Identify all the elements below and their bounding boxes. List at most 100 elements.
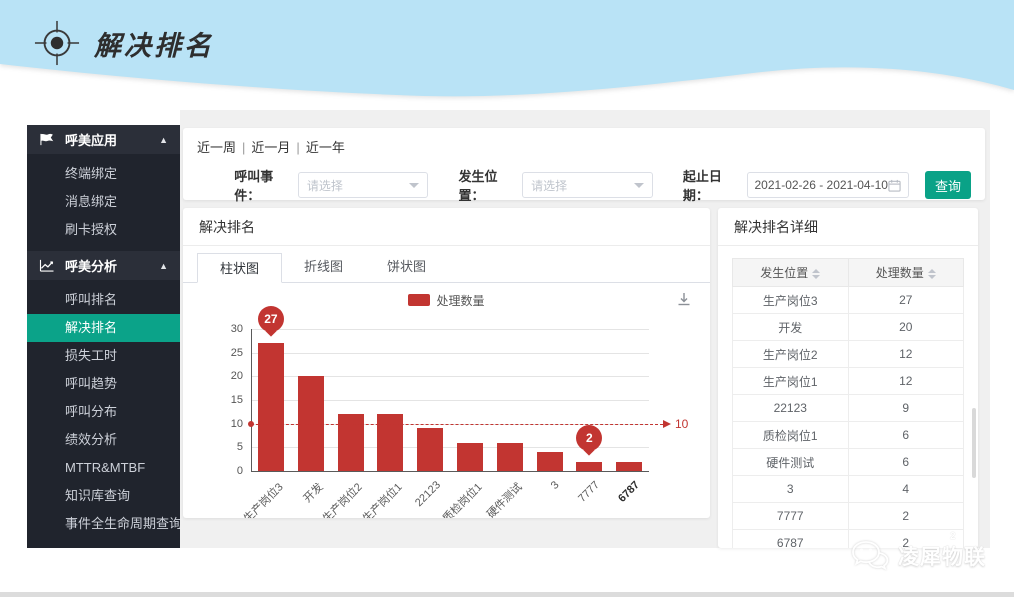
chart-type-tabs: 柱状图折线图饼状图	[183, 252, 710, 283]
legend-label[interactable]: 处理数量	[436, 292, 484, 309]
table-row: 77772	[733, 503, 964, 530]
main-content: 近一周|近一月|近一年 呼叫事件： 请选择 发生位置： 请选择 起止日期： 20…	[180, 110, 990, 548]
y-axis-tick-label: 10	[213, 418, 243, 430]
markline-start-dot	[248, 421, 254, 427]
detail-panel-title: 解决排名详细	[718, 208, 978, 246]
table-cell: 6787	[733, 530, 849, 549]
location-select[interactable]: 请选择	[522, 172, 653, 198]
sidebar-group-items: 呼叫排名解决排名损失工时呼叫趋势呼叫分布绩效分析MTTR&MTBF知识库查询事件…	[27, 280, 180, 544]
y-axis-tick-label: 30	[213, 323, 243, 335]
call-event-label: 呼叫事件：	[234, 166, 292, 204]
scrollbar[interactable]	[972, 408, 976, 478]
chevron-down-icon	[634, 183, 644, 188]
table-cell: 22123	[733, 395, 849, 422]
x-axis-line	[251, 471, 649, 472]
y-axis-tick-label: 5	[213, 441, 243, 453]
sidebar-item[interactable]: 呼叫排名	[27, 286, 180, 314]
date-range-input[interactable]: 2021-02-26 - 2021-04-10	[747, 172, 909, 198]
table-row: 生产岗位212	[733, 341, 964, 368]
table-cell: 12	[848, 341, 964, 368]
table-cell: 3	[733, 476, 849, 503]
tab-柱状图[interactable]: 柱状图	[197, 253, 282, 283]
y-axis-tick-label: 25	[213, 347, 243, 359]
bar[interactable]	[457, 443, 483, 471]
table-cell: 4	[848, 476, 964, 503]
sidebar-item[interactable]: 知识库查询	[27, 482, 180, 510]
watermark: 2 凌犀物联	[850, 539, 986, 573]
table-row: 34	[733, 476, 964, 503]
detail-table: 发生位置处理数量生产岗位327开发20生产岗位212生产岗位112221239质…	[732, 258, 964, 548]
column-header-label: 发生位置	[760, 266, 808, 280]
location-label: 发生位置：	[459, 166, 517, 204]
table-cell: 27	[848, 287, 964, 314]
tab-饼状图[interactable]: 饼状图	[365, 252, 448, 282]
table-row: 硬件测试6	[733, 449, 964, 476]
sidebar-item[interactable]: MTTR&MTBF	[27, 454, 180, 482]
sidebar-item[interactable]: 呼叫趋势	[27, 370, 180, 398]
quick-range-link[interactable]: 近一年	[306, 140, 345, 155]
table-cell: 开发	[733, 314, 849, 341]
bar[interactable]	[576, 462, 602, 471]
column-header-处理数量[interactable]: 处理数量	[848, 259, 964, 287]
markline-label: 10	[675, 417, 688, 431]
data-point-marker: 27	[258, 306, 284, 335]
column-header-发生位置[interactable]: 发生位置	[733, 259, 849, 287]
gridline	[251, 353, 649, 354]
sidebar-group-header[interactable]: 呼美应用▲	[27, 125, 180, 154]
sidebar-item[interactable]: 终端绑定	[27, 160, 180, 188]
table-cell: 2	[848, 503, 964, 530]
detail-panel: 解决排名详细 发生位置 处理数量生产岗位327开发20生产岗位212生产岗位112…	[718, 208, 978, 548]
table-cell: 6	[848, 449, 964, 476]
table-cell: 6	[848, 422, 964, 449]
page-header: 解决排名	[0, 0, 1014, 112]
table-cell: 生产岗位1	[733, 368, 849, 395]
call-event-select[interactable]: 请选择	[298, 172, 429, 198]
quick-range-link[interactable]: 近一月	[251, 140, 290, 155]
table-cell: 7777	[733, 503, 849, 530]
y-axis-tick-label: 20	[213, 370, 243, 382]
sort-icon[interactable]	[812, 269, 820, 279]
sidebar-item[interactable]: 消息绑定	[27, 188, 180, 216]
table-cell: 质检岗位1	[733, 422, 849, 449]
download-icon[interactable]	[676, 291, 692, 312]
table-row: 生产岗位327	[733, 287, 964, 314]
table-row: 生产岗位112	[733, 368, 964, 395]
date-range-value: 2021-02-26 - 2021-04-10	[755, 178, 888, 192]
sidebar-group-header[interactable]: 呼美分析▲	[27, 251, 180, 280]
chart-panel-title: 解决排名	[183, 208, 710, 246]
page-title: 解决排名	[94, 24, 214, 63]
watermark-text: 2 凌犀物联	[898, 541, 986, 571]
line-chart-icon	[39, 259, 55, 273]
tab-折线图[interactable]: 折线图	[282, 252, 365, 282]
sidebar-item[interactable]: 呼叫分布	[27, 398, 180, 426]
sort-icon[interactable]	[928, 269, 936, 279]
location-placeholder: 请选择	[531, 177, 634, 194]
table-row: 质检岗位16	[733, 422, 964, 449]
flag-icon	[39, 133, 55, 147]
sidebar-group-label: 呼美分析	[65, 256, 159, 275]
bar[interactable]	[537, 452, 563, 471]
sidebar-item[interactable]: 事件全生命周期查询	[27, 510, 180, 538]
table-cell: 20	[848, 314, 964, 341]
query-button[interactable]: 查询	[925, 171, 971, 199]
sidebar-item[interactable]: 刷卡授权	[27, 216, 180, 244]
quick-range-link[interactable]: 近一周	[197, 140, 236, 155]
bar[interactable]	[497, 443, 523, 471]
table-cell: 9	[848, 395, 964, 422]
markline-arrow	[663, 420, 671, 428]
bar[interactable]	[258, 343, 284, 471]
separator: |	[296, 140, 299, 155]
bar[interactable]	[616, 462, 642, 471]
chevron-down-icon	[409, 183, 419, 188]
sidebar: 呼美应用▲终端绑定消息绑定刷卡授权呼美分析▲呼叫排名解决排名损失工时呼叫趋势呼叫…	[27, 125, 180, 548]
y-axis-tick-label: 15	[213, 394, 243, 406]
sidebar-group-label: 呼美应用	[65, 130, 159, 149]
sidebar-group-items: 终端绑定消息绑定刷卡授权	[27, 154, 180, 250]
table-header-row: 发生位置 处理数量	[733, 259, 964, 287]
sidebar-item[interactable]: 损失工时	[27, 342, 180, 370]
bar[interactable]	[417, 428, 443, 471]
table-row: 221239	[733, 395, 964, 422]
sidebar-item[interactable]: 绩效分析	[27, 426, 180, 454]
sidebar-item[interactable]: 解决排名	[27, 314, 180, 342]
y-axis-tick-label: 0	[213, 465, 243, 477]
